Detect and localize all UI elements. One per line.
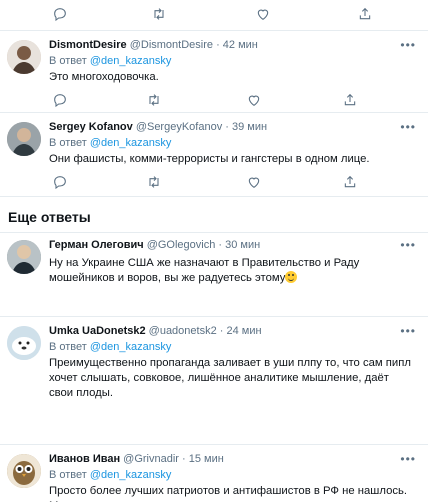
author-handle[interactable]: @DismontDesire bbox=[130, 39, 213, 51]
author-name[interactable]: DismontDesire bbox=[49, 39, 127, 51]
tweet-text: Это многоходовочка. bbox=[49, 71, 159, 83]
tweet[interactable]: Sergey Kofanov @SergeyKofanov · 39 мин В… bbox=[0, 120, 428, 200]
top-tweet-actions bbox=[0, 6, 428, 24]
tweet-actions bbox=[0, 296, 428, 314]
author-handle[interactable]: @Grivnadir bbox=[123, 453, 179, 465]
retweet-icon[interactable] bbox=[151, 6, 169, 24]
reply-icon[interactable] bbox=[52, 92, 70, 110]
tweet-body: Иванов Иван @Grivnadir · 15 мин В ответ … bbox=[49, 452, 414, 502]
tweet-text-content: Ну на Украине США же назначают в Правите… bbox=[49, 257, 360, 284]
separator bbox=[0, 30, 428, 31]
author-handle[interactable]: @GOlegovich bbox=[147, 239, 216, 251]
reply-icon[interactable] bbox=[52, 174, 70, 192]
author-name[interactable]: Иванов Иван bbox=[49, 453, 120, 465]
share-icon[interactable] bbox=[342, 174, 360, 192]
tweet-body: Sergey Kofanov @SergeyKofanov · 39 мин В… bbox=[49, 120, 414, 167]
tweet-body: Umka UaDonetsk2 @uadonetsk2 · 24 мин В о… bbox=[49, 324, 414, 401]
separator bbox=[0, 444, 428, 445]
reply-to-line: В ответ @den_kazansky bbox=[49, 136, 414, 150]
tweet-actions bbox=[0, 92, 428, 110]
reply-to-link[interactable]: @den_kazansky bbox=[90, 137, 172, 149]
dot-separator: · bbox=[216, 39, 220, 51]
reply-prefix: В ответ bbox=[49, 137, 87, 149]
reply-to-link[interactable]: @den_kazansky bbox=[90, 341, 172, 353]
tweet-header: Umka UaDonetsk2 @uadonetsk2 · 24 мин bbox=[49, 324, 414, 338]
tweet-text: Просто более лучших патриотов и антифаши… bbox=[49, 485, 408, 502]
reply-to-link[interactable]: @den_kazansky bbox=[90, 55, 172, 67]
tweet-body: Герман Олегович @GOlegovich · 30 мин Ну … bbox=[49, 238, 414, 286]
dot-separator: · bbox=[218, 239, 223, 251]
more-options-icon[interactable]: ••• bbox=[400, 452, 416, 466]
tweet-time[interactable]: 42 мин bbox=[223, 39, 258, 51]
avatar[interactable] bbox=[7, 122, 41, 156]
more-options-icon[interactable]: ••• bbox=[400, 238, 416, 252]
reply-prefix: В ответ bbox=[49, 341, 87, 353]
avatar[interactable] bbox=[7, 240, 41, 274]
tweet-time[interactable]: 39 мин bbox=[232, 121, 267, 133]
avatar[interactable] bbox=[7, 454, 41, 488]
tweet[interactable]: Umka UaDonetsk2 @uadonetsk2 · 24 мин В о… bbox=[0, 324, 428, 444]
separator bbox=[0, 316, 428, 317]
author-handle[interactable]: @uadonetsk2 bbox=[149, 325, 217, 337]
like-icon[interactable] bbox=[246, 174, 264, 192]
share-icon[interactable] bbox=[357, 6, 375, 24]
tweet-header: Sergey Kofanov @SergeyKofanov · 39 мин bbox=[49, 120, 414, 134]
separator bbox=[0, 196, 428, 197]
reply-to-line: В ответ @den_kazansky bbox=[49, 54, 414, 68]
tweet-body: DismontDesire @DismontDesire · 42 мин В … bbox=[49, 38, 414, 85]
separator bbox=[0, 232, 428, 233]
separator bbox=[0, 112, 428, 113]
tweet[interactable]: Иванов Иван @Grivnadir · 15 мин В ответ … bbox=[0, 452, 428, 502]
avatar[interactable] bbox=[7, 326, 41, 360]
reply-prefix: В ответ bbox=[49, 55, 87, 67]
author-handle[interactable]: @SergeyKofanov bbox=[136, 121, 222, 133]
reply-to-line: В ответ @den_kazansky bbox=[49, 468, 414, 482]
more-options-icon[interactable]: ••• bbox=[400, 324, 416, 338]
tweet[interactable]: DismontDesire @DismontDesire · 42 мин В … bbox=[0, 38, 428, 118]
tweet-header: Иванов Иван @Grivnadir · 15 мин bbox=[49, 452, 414, 466]
tweet-text: Ну на Украине США же назначают в Правите… bbox=[49, 256, 414, 286]
tweet-time[interactable]: 30 мин bbox=[225, 239, 260, 251]
more-replies-heading: Еще ответы bbox=[8, 209, 91, 225]
share-icon[interactable] bbox=[342, 92, 360, 110]
tweet-header: DismontDesire @DismontDesire · 42 мин bbox=[49, 38, 414, 52]
tweet-time[interactable]: 24 мин bbox=[227, 325, 262, 337]
reply-prefix: В ответ bbox=[49, 469, 87, 481]
smile-emoji-icon bbox=[285, 271, 298, 283]
retweet-icon[interactable] bbox=[146, 92, 164, 110]
reply-to-link[interactable]: @den_kazansky bbox=[90, 469, 172, 481]
tweet-text: Преимущественно пропаганда заливает в уш… bbox=[49, 357, 411, 399]
author-name[interactable]: Герман Олегович bbox=[49, 239, 144, 251]
more-options-icon[interactable]: ••• bbox=[400, 120, 416, 134]
retweet-icon[interactable] bbox=[146, 174, 164, 192]
tweet-actions bbox=[0, 174, 428, 192]
tweet-header: Герман Олегович @GOlegovich · 30 мин bbox=[49, 238, 414, 252]
tweet-text: Они фашисты, комми-террористы и гангстер… bbox=[49, 153, 370, 165]
more-options-icon[interactable]: ••• bbox=[400, 38, 416, 52]
reply-to-line: В ответ @den_kazansky bbox=[49, 340, 414, 354]
like-icon[interactable] bbox=[255, 6, 273, 24]
author-name[interactable]: Umka UaDonetsk2 bbox=[49, 325, 146, 337]
like-icon[interactable] bbox=[246, 92, 264, 110]
author-name[interactable]: Sergey Kofanov bbox=[49, 121, 133, 133]
dot-separator: · bbox=[182, 453, 186, 465]
reply-icon[interactable] bbox=[52, 6, 70, 24]
dot-separator: · bbox=[225, 121, 229, 133]
tweet[interactable]: Герман Олегович @GOlegovich · 30 мин Ну … bbox=[0, 238, 428, 316]
avatar[interactable] bbox=[7, 40, 41, 74]
tweet-time[interactable]: 15 мин bbox=[189, 453, 224, 465]
dot-separator: · bbox=[219, 325, 224, 337]
